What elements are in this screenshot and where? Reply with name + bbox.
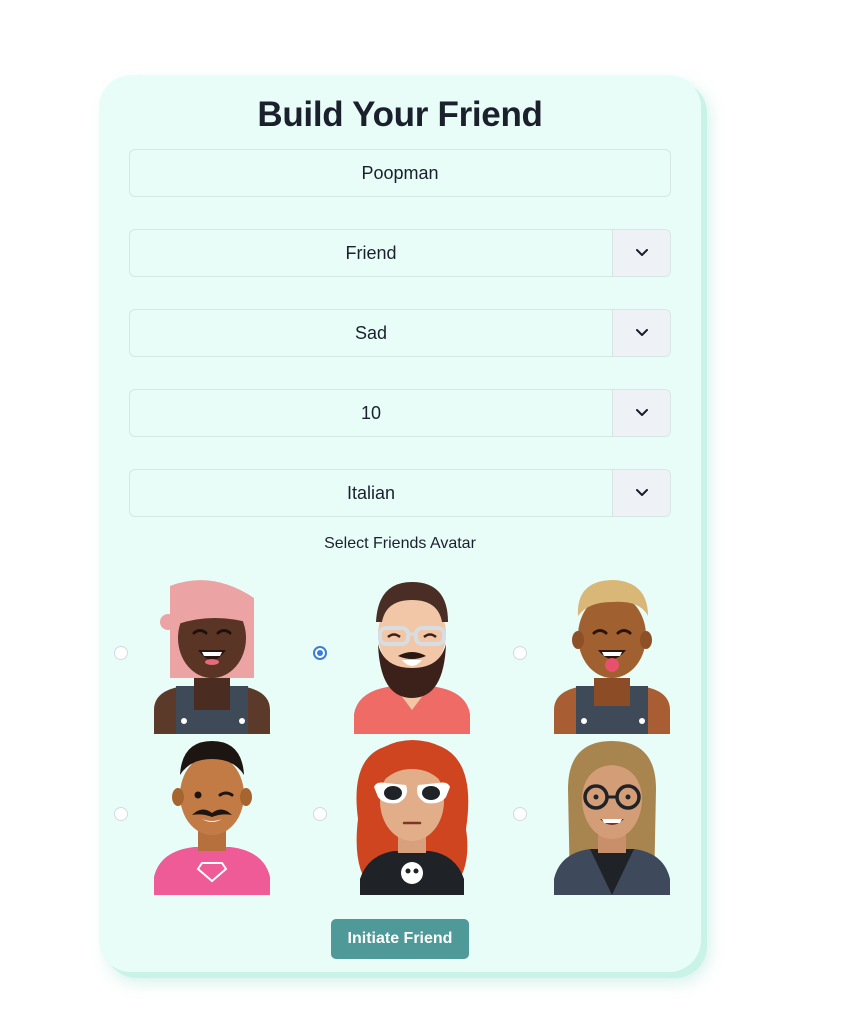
avatar-radio-6[interactable]: [513, 807, 527, 821]
mood-select[interactable]: Sad: [129, 309, 671, 357]
avatar-radio-4[interactable]: [114, 807, 128, 821]
relationship-select-value: Friend: [345, 242, 397, 263]
build-friend-card: Build Your Friend Poopman Friend Sad 10 …: [99, 75, 701, 972]
cuisine-select-value: Italian: [346, 482, 396, 503]
avatar-radio-5[interactable]: [313, 807, 327, 821]
relationship-select[interactable]: Friend: [129, 229, 671, 277]
initiate-friend-button[interactable]: Initiate Friend: [331, 919, 469, 959]
chevron-down-icon[interactable]: [612, 310, 670, 356]
mood-select-value: Sad: [354, 322, 388, 343]
avatar-section-label: Select Friends Avatar: [324, 535, 476, 552]
avatar-radio-1[interactable]: [114, 646, 128, 660]
cuisine-select[interactable]: Italian: [129, 469, 671, 517]
avatar-5-image[interactable]: [354, 739, 470, 895]
avatar-1-image[interactable]: [154, 578, 270, 734]
number-select-value: 10: [360, 402, 382, 423]
avatar-4-image[interactable]: [154, 739, 270, 895]
name-input[interactable]: Poopman: [129, 149, 671, 197]
avatar-radio-3[interactable]: [513, 646, 527, 660]
avatar-3-image[interactable]: [554, 578, 670, 734]
name-input-value: Poopman: [361, 162, 439, 183]
avatar-2-image[interactable]: [354, 578, 470, 734]
page-title: Build Your Friend: [257, 95, 543, 134]
chevron-down-icon[interactable]: [612, 470, 670, 516]
number-select[interactable]: 10: [129, 389, 671, 437]
chevron-down-icon[interactable]: [612, 390, 670, 436]
chevron-down-icon[interactable]: [612, 230, 670, 276]
avatar-6-image[interactable]: [554, 739, 670, 895]
avatar-radio-2[interactable]: [313, 646, 327, 660]
